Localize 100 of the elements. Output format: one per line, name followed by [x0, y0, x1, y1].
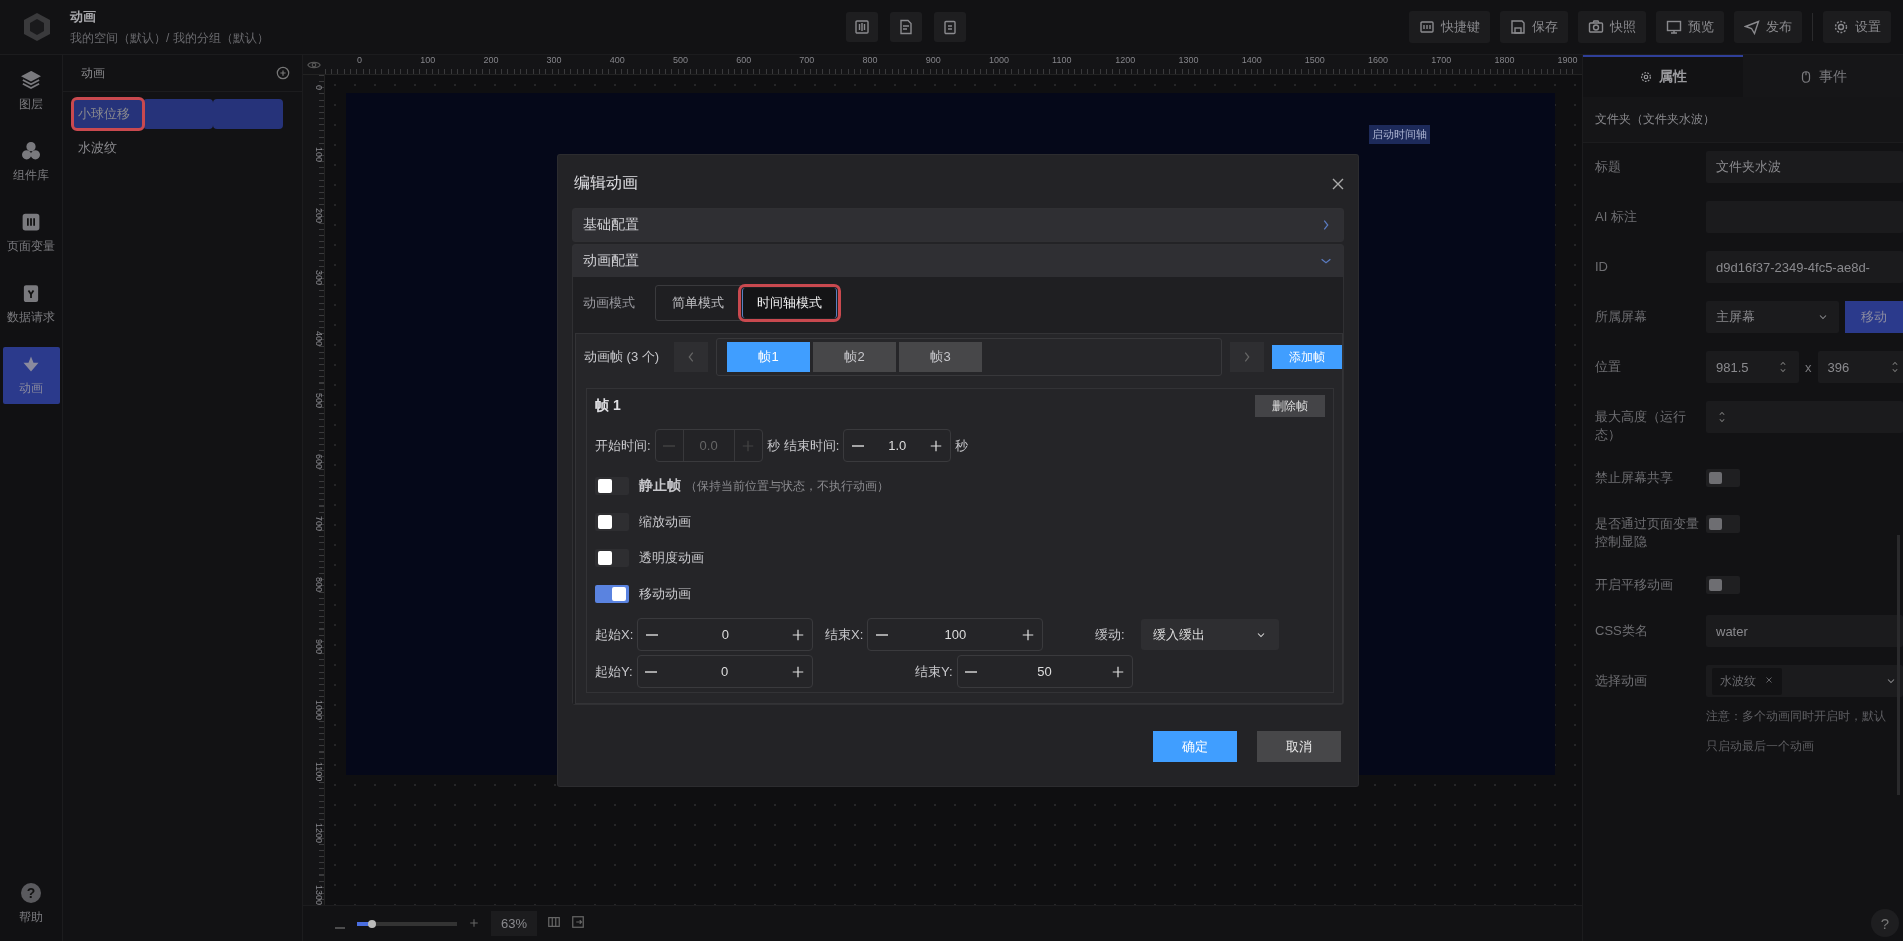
ruler-label: 1500: [1303, 55, 1326, 67]
toggle-switch[interactable]: [1706, 469, 1740, 487]
y-field[interactable]: 396: [1817, 351, 1903, 383]
clipboard-icon: [21, 283, 41, 303]
ruler-label: 500: [313, 391, 324, 410]
ruler-label: 1300: [1177, 55, 1200, 67]
field-label: 选择动画: [1595, 672, 1648, 690]
number-field[interactable]: [1706, 401, 1903, 433]
ruler-label: 300: [545, 55, 563, 67]
ruler-label: 700: [313, 514, 324, 533]
cancel-button[interactable]: 取消: [1257, 731, 1341, 762]
nav-item[interactable]: 图层: [2, 63, 60, 120]
ruler-label: 1200: [1114, 55, 1137, 67]
ruler-label: 1300: [313, 883, 324, 905]
time-label: 开始时间:: [595, 436, 651, 455]
number-stepper[interactable]: 50: [956, 655, 1133, 688]
document-tool-button[interactable]: [890, 12, 922, 42]
minus-icon: [851, 444, 864, 447]
field-label: 最大高度（运行态）: [1595, 408, 1687, 444]
text-field[interactable]: 文件夹水波: [1706, 151, 1903, 183]
nav-item[interactable]: 组件库: [2, 134, 60, 191]
toggle-switch[interactable]: [1706, 576, 1740, 594]
help-button[interactable]: ?: [1871, 909, 1899, 937]
add-button[interactable]: [276, 66, 290, 80]
toolbar-button[interactable]: 预览: [1656, 11, 1724, 43]
switch-label: 移动动画: [639, 585, 691, 603]
number-stepper[interactable]: 1.0: [843, 429, 952, 462]
toggle-switch[interactable]: [595, 477, 629, 495]
field-label: AI 标注: [1595, 208, 1638, 226]
ruler-label: 900: [924, 55, 942, 67]
ruler-label: 900: [313, 637, 324, 656]
slider-thumb[interactable]: [368, 919, 376, 928]
animation-select[interactable]: 水波纹: [1706, 665, 1903, 697]
mode-option[interactable]: 简单模式: [658, 288, 738, 318]
gear-icon: [1639, 70, 1653, 84]
save-icon: [1510, 19, 1526, 35]
ruler-label: 100: [419, 55, 437, 67]
toolbar-button[interactable]: 快捷键: [1409, 11, 1490, 43]
nav-item[interactable]: 页面变量: [2, 205, 60, 262]
ruler-label: 1000: [313, 699, 324, 723]
ruler-label: 500: [671, 55, 689, 67]
ruler-label: 1600: [1367, 55, 1390, 67]
toggle-switch[interactable]: [595, 549, 629, 567]
ruler-label: 1400: [1240, 55, 1263, 67]
animation-item[interactable]: 水波纹: [73, 133, 292, 163]
text-field[interactable]: d9d16f37-2349-4fc5-ae8d-: [1706, 251, 1903, 283]
confirm-button[interactable]: 确定: [1153, 731, 1237, 762]
text-field[interactable]: water: [1706, 615, 1903, 647]
zoom-slider[interactable]: [357, 921, 457, 926]
ruler-label: 400: [608, 55, 626, 67]
ruler-label: 1700: [1430, 55, 1453, 67]
ruler-label: 1900: [1556, 55, 1578, 67]
toggle-switch[interactable]: [595, 513, 629, 531]
field-label: 开启平移动画: [1595, 576, 1674, 594]
screen-select[interactable]: 主屏幕: [1706, 301, 1839, 333]
ruler-label: 200: [313, 207, 324, 226]
expand-icon: [571, 914, 586, 929]
bars-icon: [21, 212, 41, 232]
easing-select[interactable]: 缓入缓出: [1140, 619, 1279, 650]
times-separator: x: [1805, 359, 1812, 375]
number-stepper[interactable]: 0: [636, 655, 813, 688]
chart-tool-button[interactable]: [846, 12, 878, 42]
plus-icon: [790, 664, 805, 679]
ruler-label: 800: [861, 55, 879, 67]
help-button[interactable]: ? 帮助: [2, 876, 60, 933]
switch-label: 静止帧: [639, 477, 681, 495]
plus-icon: [929, 438, 944, 453]
field-label: 禁止屏幕共享: [1595, 469, 1674, 487]
send-icon: [1744, 19, 1760, 35]
x-field[interactable]: 981.5: [1706, 351, 1799, 383]
nav-item[interactable]: 动画: [2, 347, 60, 404]
add-frame-button[interactable]: 添加帧: [1272, 345, 1342, 369]
monitor-icon: [1666, 19, 1682, 35]
spinner-arrows-icon: [1716, 409, 1728, 425]
toggle-switch[interactable]: [1706, 515, 1740, 533]
number-stepper[interactable]: 0: [637, 618, 814, 651]
mode-label: 动画模式: [583, 294, 635, 312]
frame-tab[interactable]: 帧3: [899, 342, 982, 372]
nav-item[interactable]: 数据请求: [2, 276, 60, 333]
clipboard-tool-button[interactable]: [934, 12, 966, 42]
frame-tab[interactable]: 帧2: [813, 342, 896, 372]
switch-label: 透明度动画: [639, 549, 704, 567]
zoom-value: 63%: [491, 911, 538, 936]
frame-tab[interactable]: 帧1: [727, 342, 810, 372]
question-icon: ?: [21, 883, 41, 903]
field-label: 起始Y:: [595, 662, 633, 681]
toolbar-button[interactable]: 保存: [1500, 11, 1568, 43]
toggle-switch[interactable]: [595, 585, 629, 603]
field-label: 结束Y:: [915, 662, 953, 681]
toolbar-button[interactable]: 设置: [1823, 11, 1891, 43]
field-label: 位置: [1595, 358, 1622, 376]
panel-tab[interactable]: 事件: [1743, 55, 1903, 97]
number-stepper[interactable]: 100: [867, 618, 1044, 651]
unit-label: 秒: [766, 436, 780, 455]
delete-frame-button[interactable]: 删除帧: [1255, 395, 1325, 417]
plus-icon: [1021, 627, 1036, 642]
toolbar-button[interactable]: 发布: [1734, 11, 1802, 43]
field-label: CSS类名: [1595, 622, 1649, 640]
move-button[interactable]: 移动: [1845, 301, 1903, 333]
toolbar-button[interactable]: 快照: [1578, 11, 1646, 43]
